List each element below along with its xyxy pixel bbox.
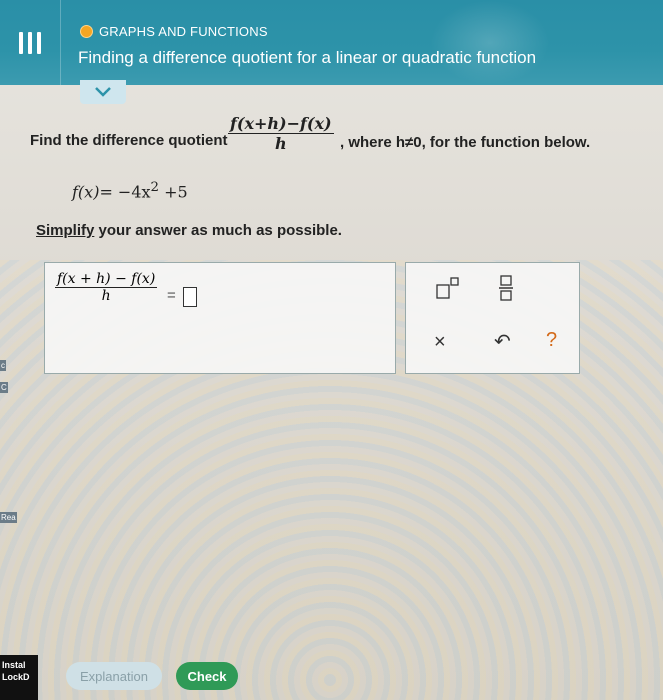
exponent-icon	[436, 277, 459, 299]
exponent-button[interactable]	[436, 277, 460, 304]
menu-icon	[19, 31, 41, 54]
taskbar-text-1: Instal	[2, 660, 26, 670]
math-tools-panel: × ↶ ?	[405, 262, 580, 374]
glare	[430, 0, 550, 85]
answer-denominator: h	[101, 288, 111, 304]
fraction-button[interactable]	[498, 275, 514, 306]
header-bar: GRAPHS AND FUNCTIONS Finding a differenc…	[0, 0, 663, 85]
menu-button[interactable]	[0, 0, 61, 85]
answer-input[interactable]	[183, 287, 197, 307]
problem-denominator: h	[274, 134, 287, 153]
explanation-button[interactable]: Explanation	[66, 662, 162, 690]
undo-button[interactable]: ↶	[494, 329, 511, 354]
function-rhs-const: +5	[159, 182, 188, 202]
function-definition: f(x)= −4x2 +5	[72, 180, 188, 201]
collapse-button[interactable]	[80, 80, 126, 104]
chevron-down-icon	[95, 87, 111, 97]
side-item: C	[0, 382, 8, 393]
clear-button[interactable]: ×	[434, 331, 446, 354]
answer-panel: f(x + h) − f(x) h =	[44, 262, 396, 374]
simplify-link[interactable]: Simplify	[36, 222, 94, 239]
problem-fraction: f(x+h)−f(x) h	[228, 114, 334, 153]
side-item: c	[0, 360, 6, 371]
function-rhs: = −4x	[99, 182, 151, 202]
fraction-icon	[499, 275, 513, 301]
instruction: Simplify your answer as much as possible…	[36, 222, 342, 239]
bottom-left-taskbar-item[interactable]: Instal LockD	[0, 655, 38, 700]
problem-condition: , where h≠0, for the function below.	[340, 134, 591, 151]
problem-intro: Find the difference quotient	[30, 132, 228, 149]
function-lhs: f(x)	[72, 182, 100, 202]
topic-label: GRAPHS AND FUNCTIONS	[80, 24, 268, 39]
check-button[interactable]: Check	[176, 662, 238, 690]
topic-text: GRAPHS AND FUNCTIONS	[99, 24, 268, 39]
side-item: Rea	[0, 512, 17, 523]
answer-fraction: f(x + h) − f(x) h	[55, 271, 158, 304]
answer-equals: =	[167, 287, 176, 304]
side-strip: c C Rea	[0, 360, 17, 560]
problem-statement: Find the difference quotient f(x+h)−f(x)…	[30, 112, 650, 172]
instruction-text: your answer as much as possible.	[94, 222, 342, 239]
problem-numerator: f(x+h)−f(x)	[228, 114, 334, 134]
taskbar-text-2: LockD	[2, 672, 30, 682]
topic-dot-icon	[80, 25, 93, 38]
help-button[interactable]: ?	[546, 329, 557, 352]
function-exponent: 2	[150, 180, 160, 195]
screen: GRAPHS AND FUNCTIONS Finding a differenc…	[0, 0, 663, 700]
answer-numerator: f(x + h) − f(x)	[55, 271, 158, 288]
